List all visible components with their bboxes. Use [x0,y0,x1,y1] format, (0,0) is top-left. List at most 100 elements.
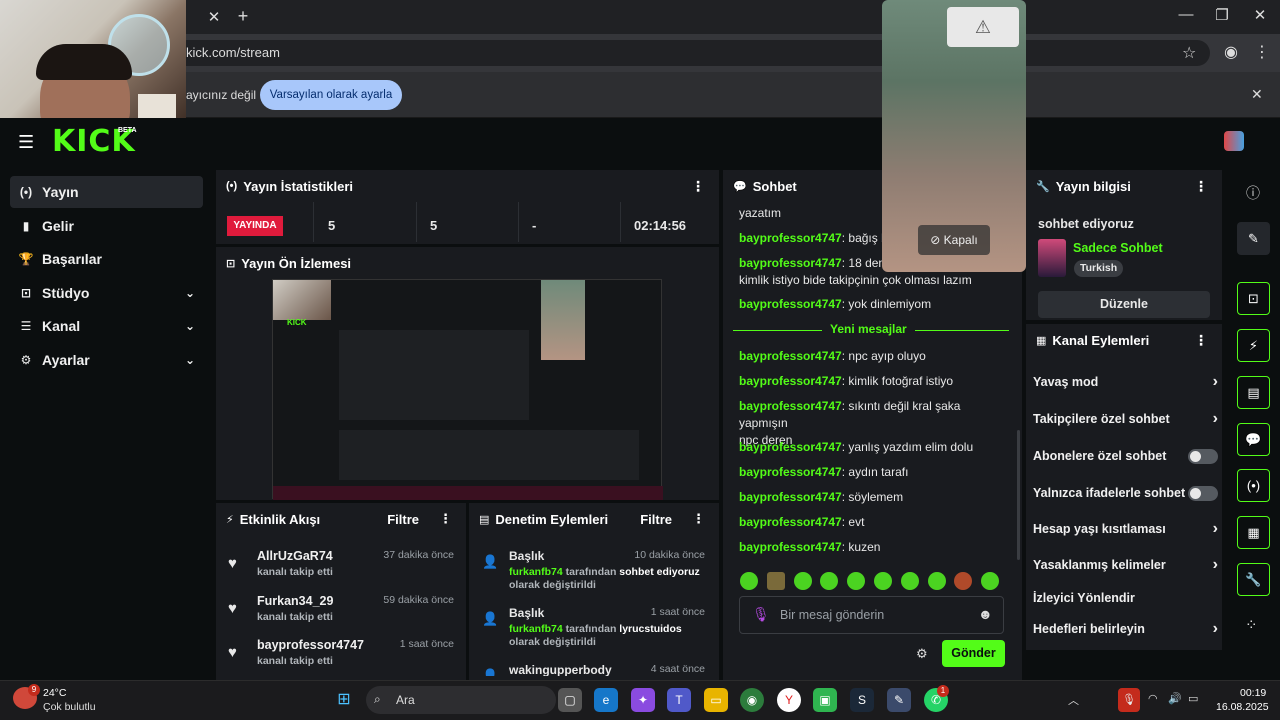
window-close-icon[interactable]: ✕ [1250,6,1270,24]
emoji-picker-icon[interactable]: ☻ [978,606,993,622]
activity-filter-button[interactable]: Filtre [387,512,419,527]
channel-action-item[interactable]: İzleyici Yönlendir [1033,588,1218,608]
channel-action-item[interactable]: Hesap yaşı kısıtlaması › [1033,519,1218,539]
channel-action-item[interactable]: Takipçilere özel sohbet › [1033,409,1218,429]
chevron-down-icon[interactable]: ⌄ [185,286,195,300]
maximize-icon[interactable]: ❐ [1212,6,1232,24]
bookmark-star-icon[interactable]: ☆ [1182,43,1196,63]
emote-icon[interactable] [927,572,946,590]
channel-toggle-icon[interactable]: ▦ [1237,516,1270,549]
broadcast-toggle-icon[interactable]: (•) [1237,469,1270,502]
infobar-close-icon[interactable]: ✕ [1251,86,1263,103]
chat-username[interactable]: bayprofessor4747 [739,490,842,504]
category-name[interactable]: Sadece Sohbet [1073,241,1163,255]
notes-app-icon[interactable]: ✎ [887,688,911,712]
nav-item[interactable]: ☰ Kanal ⌄ [10,310,203,342]
chat-username[interactable]: bayprofessor4747 [739,540,842,554]
address-bar[interactable] [150,40,1210,66]
nav-item[interactable]: ▮ Gelir [10,210,203,242]
weather-desc[interactable]: Çok bulutlu [43,701,96,713]
minimize-icon[interactable]: — [1176,6,1196,23]
windows-start-icon[interactable]: ⊞ [332,688,356,712]
battery-icon[interactable]: ▭ [1188,692,1198,705]
info-toggle-icon[interactable]: 🔧 [1237,563,1270,596]
nav-item[interactable]: (•) Yayın [10,176,203,208]
emote-icon[interactable] [766,572,785,590]
edit-stream-button[interactable]: Düzenle [1038,291,1210,318]
chat-input-placeholder[interactable]: Bir mesaj gönderin [780,608,884,622]
edit-pencil-icon[interactable]: ✎ [1237,222,1270,255]
volume-icon[interactable]: 🔊 [1168,692,1182,705]
file-explorer-icon[interactable]: ▭ [704,688,728,712]
browser-menu-icon[interactable]: ⋮ [1254,42,1270,62]
emote-icon[interactable] [740,572,758,590]
camera-off-button[interactable]: ⊘ Kapalı [918,225,990,255]
moderation-toggle-icon[interactable]: ▤ [1237,376,1270,409]
chat-username[interactable]: bayprofessor4747 [739,349,842,363]
moderation-menu-icon[interactable]: ⋮ [692,511,705,527]
new-tab-icon[interactable]: + [233,6,253,27]
hamburger-menu-icon[interactable]: ☰ [18,132,34,153]
clock-date[interactable]: 16.08.2025 [1216,701,1269,713]
nav-item[interactable]: ⚙ Ayarlar ⌄ [10,344,203,376]
set-default-button[interactable]: Varsayılan olarak ayarla [260,80,402,110]
chevron-down-icon[interactable]: ⌄ [185,319,195,333]
weather-temp[interactable]: 24°C [43,687,66,699]
moderation-user[interactable]: furkanfb74 [509,623,563,635]
emote-icon[interactable] [900,572,919,590]
channel-action-item[interactable]: Abonelere özel sohbet [1033,446,1218,466]
info-icon[interactable]: ⓘ [1246,183,1260,203]
search-label[interactable]: Ara [396,693,415,707]
preview-video[interactable]: KICK [272,279,663,500]
chevron-right-icon[interactable]: › [1213,373,1218,391]
chat-username[interactable]: bayprofessor4747 [739,297,842,311]
taskbar-search[interactable] [366,686,556,714]
channel-action-item[interactable]: Yalnızca ifadelerle sohbet [1033,483,1218,503]
chat-toggle-icon[interactable]: 💬 [1237,423,1270,456]
toggle-switch[interactable] [1188,485,1218,501]
channel-actions-menu-icon[interactable]: ⋮ [1194,332,1208,349]
send-button[interactable]: Gönder [942,640,1005,667]
chat-username[interactable]: bayprofessor4747 [739,465,842,479]
preview-toggle-icon[interactable]: ⊡ [1237,282,1270,315]
chevron-right-icon[interactable]: › [1213,410,1218,428]
chat-username[interactable]: bayprofessor4747 [739,256,842,270]
tab-close-icon[interactable]: ✕ [204,8,224,26]
mic-icon[interactable]: 🎙 [752,606,770,623]
chat-username[interactable]: bayprofessor4747 [739,440,842,454]
chat-username[interactable]: bayprofessor4747 [739,231,842,245]
chat-scrollbar[interactable] [1017,430,1020,560]
profile-icon[interactable]: ◉ [1224,42,1238,62]
activity-toggle-icon[interactable]: ⚡ [1237,329,1270,362]
stream-info-menu-icon[interactable]: ⋮ [1194,178,1208,195]
chevron-right-icon[interactable]: › [1213,520,1218,538]
chevron-down-icon[interactable]: ⌄ [185,353,195,367]
layout-icon[interactable]: ⁘ [1245,616,1258,634]
edge-icon[interactable]: e [594,688,618,712]
stats-menu-icon[interactable]: ⋮ [691,178,705,195]
chat-username[interactable]: bayprofessor4747 [739,399,842,413]
chevron-right-icon[interactable]: › [1213,620,1218,638]
task-view-icon[interactable]: ▢ [558,688,582,712]
chat-username[interactable]: bayprofessor4747 [739,374,842,388]
tray-chevron-icon[interactable]: ︿ [1068,692,1079,708]
clock-time[interactable]: 00:19 [1240,687,1266,699]
channel-action-item[interactable]: Hedefleri belirleyin › [1033,619,1218,639]
chrome-icon[interactable]: ◉ [740,688,764,712]
nav-item[interactable]: 🏆 Başarılar [10,243,203,275]
activity-menu-icon[interactable]: ⋮ [439,511,452,527]
moderation-user[interactable]: furkanfb74 [509,566,563,578]
url-text[interactable]: kick.com/stream [186,45,280,60]
streaming-app-icon[interactable]: ▣ [813,688,837,712]
user-avatar[interactable] [1224,131,1244,151]
chat-settings-icon[interactable]: ⚙ [916,646,928,662]
steam-icon[interactable]: S [850,688,874,712]
channel-action-item[interactable]: Yavaş mod › [1033,372,1218,392]
chevron-right-icon[interactable]: › [1213,556,1218,574]
emote-icon[interactable] [793,572,812,590]
emote-icon[interactable] [874,572,892,590]
moderation-filter-button[interactable]: Filtre [640,512,672,527]
nav-item[interactable]: ⊡ Stüdyo ⌄ [10,277,203,309]
channel-action-item[interactable]: Yasaklanmış kelimeler › [1033,555,1218,575]
mic-tray-icon[interactable]: 🎙 [1118,688,1140,712]
